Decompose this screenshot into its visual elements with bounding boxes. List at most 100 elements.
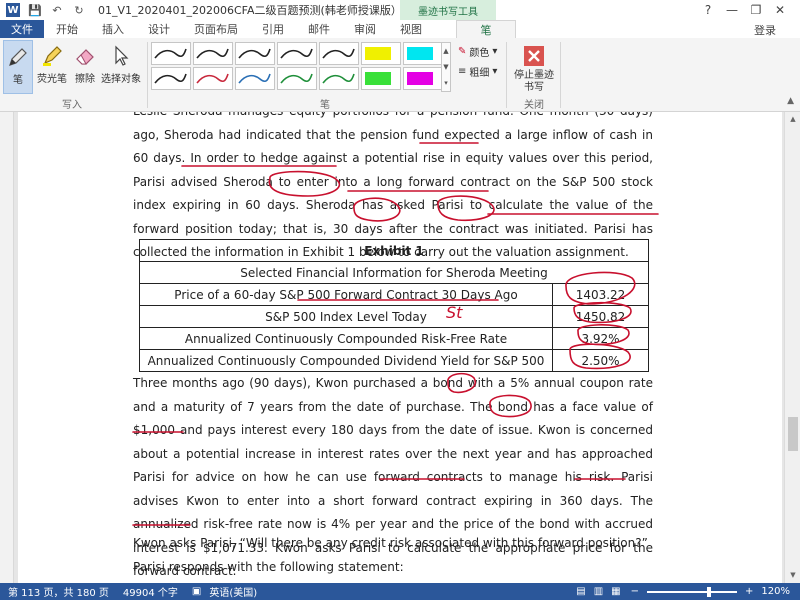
pen-style-swatch[interactable] — [235, 67, 275, 90]
table-row: S&P 500 Index Level Today 1450.82 — [139, 305, 649, 328]
pen-stroke-icon — [238, 48, 271, 59]
highlighter-tool-label: 荧光笔 — [37, 74, 67, 85]
scroll-up-icon: ▲ — [443, 47, 449, 55]
read-mode-icon[interactable]: ▤ — [576, 586, 585, 597]
pen-style-swatch[interactable] — [361, 67, 401, 90]
close-button[interactable]: ✕ — [768, 0, 792, 20]
pen-style-swatch[interactable] — [151, 67, 191, 90]
pen-style-swatch[interactable] — [403, 67, 443, 90]
row-label: Annualized Continuously Compounded Risk-… — [139, 327, 553, 350]
zoom-out-icon[interactable]: − — [631, 586, 639, 597]
pen-stroke-icon — [238, 73, 271, 84]
pen-icon — [4, 43, 32, 71]
pen-stroke-icon — [154, 48, 187, 59]
select-objects-button[interactable]: 选择对象 — [100, 40, 142, 94]
print-layout-icon[interactable]: ▥ — [594, 586, 603, 597]
close-x-icon — [520, 42, 548, 70]
vertical-ruler — [0, 112, 14, 583]
pen-stroke-icon — [280, 48, 313, 59]
pen-style-swatch[interactable] — [403, 42, 443, 65]
thickness-dropdown[interactable]: ≡ 粗细 ▾ — [458, 64, 497, 79]
tab-insert[interactable]: 插入 — [90, 20, 136, 38]
highlighter-tool-button[interactable]: 荧光笔 — [36, 40, 68, 94]
scroll-up-arrow-icon[interactable]: ▲ — [788, 114, 798, 124]
color-dropdown[interactable]: ✎ 颜色 ▾ — [458, 44, 497, 59]
zoom-slider-thumb[interactable] — [707, 586, 712, 597]
tab-file[interactable]: 文件 — [0, 20, 44, 38]
zoom-level[interactable]: 120% — [761, 586, 790, 597]
collapse-ribbon-icon[interactable]: ▲ — [787, 96, 794, 106]
tab-home[interactable]: 开始 — [44, 20, 90, 38]
undo-icon[interactable]: ↶ — [50, 3, 64, 17]
document-page[interactable]: Leslie Sheroda manages equity portfolios… — [18, 112, 782, 583]
ribbon-divider — [147, 42, 148, 108]
word-count[interactable]: 49904 个字 — [123, 584, 178, 599]
pens-group-label: 笔 — [320, 100, 330, 111]
eraser-tool-button[interactable]: 擦除 — [72, 40, 98, 94]
scroll-down-icon: ▼ — [443, 63, 449, 71]
highlighter-icon — [38, 42, 66, 70]
zoom-slider[interactable] — [647, 586, 738, 597]
proofing-icon[interactable]: ▣ — [192, 586, 201, 597]
web-layout-icon[interactable]: ▦ — [611, 586, 620, 597]
tab-pen[interactable]: 笔 — [456, 20, 516, 38]
pen-style-swatch[interactable] — [361, 42, 401, 65]
pen-style-swatch[interactable] — [277, 42, 317, 65]
pen-style-swatch[interactable] — [319, 42, 359, 65]
language-indicator[interactable]: 英语(美国) — [209, 584, 257, 599]
cursor-arrow-icon — [107, 42, 135, 70]
vertical-scrollbar[interactable]: ▲ ▼ — [784, 112, 800, 583]
row-value: 3.92% — [552, 327, 649, 350]
table-row: Annualized Continuously Compounded Divid… — [139, 349, 649, 372]
pen-style-swatch[interactable] — [193, 42, 233, 65]
restore-button[interactable]: ❐ — [744, 0, 768, 20]
pen-gallery-scroll[interactable]: ▲ ▼ ▾ — [441, 42, 451, 92]
login-link[interactable]: 登录 — [754, 22, 776, 38]
page-count[interactable]: 第 113 页，共 180 页 — [8, 584, 109, 599]
scroll-thumb[interactable] — [788, 417, 798, 451]
tab-review[interactable]: 审阅 — [342, 20, 388, 38]
help-button[interactable]: ? — [696, 0, 720, 20]
highlighter-stroke-icon — [365, 72, 391, 85]
highlighter-stroke-icon — [407, 47, 433, 60]
redo-icon[interactable]: ↻ — [72, 3, 86, 17]
pen-stroke-icon — [322, 48, 355, 59]
tab-page-layout[interactable]: 页面布局 — [182, 20, 250, 38]
ribbon: 笔 荧光笔 擦除 选择对象 写入 ▲ ▼ ▾ ✎ 颜色 ▾ ≡ 粗细 ▾ 笔 停… — [0, 38, 800, 112]
expand-gallery-icon: ▾ — [444, 79, 448, 87]
stop-inking-button[interactable]: 停止墨迹书写 — [512, 40, 556, 94]
tab-references[interactable]: 引用 — [250, 20, 296, 38]
row-label: S&P 500 Index Level Today — [139, 305, 553, 328]
paragraph-kwon: Three months ago (90 days), Kwon purchas… — [133, 376, 653, 578]
row-value: 1403.22 — [552, 283, 649, 306]
zoom-in-icon[interactable]: + — [745, 586, 753, 597]
chevron-down-icon: ▾ — [492, 46, 498, 57]
pen-style-swatch[interactable] — [319, 67, 359, 90]
pen-style-swatch[interactable] — [235, 42, 275, 65]
tab-design[interactable]: 设计 — [136, 20, 182, 38]
pen-styles-gallery — [151, 42, 443, 92]
exhibit-table: Exhibit 1 Selected Financial Information… — [139, 239, 649, 372]
color-label: 颜色 — [469, 48, 490, 59]
ribbon-divider — [506, 42, 507, 108]
table-row: Price of a 60-day S&P 500 Forward Contra… — [139, 283, 649, 306]
pen-style-swatch[interactable] — [193, 67, 233, 90]
exhibit-title: Exhibit 1 — [139, 239, 649, 262]
minimize-button[interactable]: — — [720, 0, 744, 20]
scroll-down-arrow-icon[interactable]: ▼ — [788, 570, 798, 580]
highlighter-stroke-icon — [365, 47, 391, 60]
row-value: 2.50% — [552, 349, 649, 372]
pen-style-swatch[interactable] — [277, 67, 317, 90]
thickness-icon: ≡ — [458, 66, 467, 77]
status-bar: 第 113 页，共 180 页 49904 个字 ▣ 英语(美国) ▤ ▥ ▦ … — [0, 583, 800, 600]
pen-tool-label: 笔 — [13, 75, 23, 86]
save-icon[interactable]: 💾 — [28, 3, 42, 17]
tab-mailings[interactable]: 邮件 — [296, 20, 342, 38]
tab-view[interactable]: 视图 — [388, 20, 434, 38]
pen-style-swatch[interactable] — [151, 42, 191, 65]
row-label: Annualized Continuously Compounded Divid… — [139, 349, 553, 372]
select-objects-label: 选择对象 — [101, 74, 141, 85]
chevron-down-icon: ▾ — [492, 66, 498, 77]
pen-tool-button[interactable]: 笔 — [3, 40, 33, 94]
row-value: 1450.82 — [552, 305, 649, 328]
